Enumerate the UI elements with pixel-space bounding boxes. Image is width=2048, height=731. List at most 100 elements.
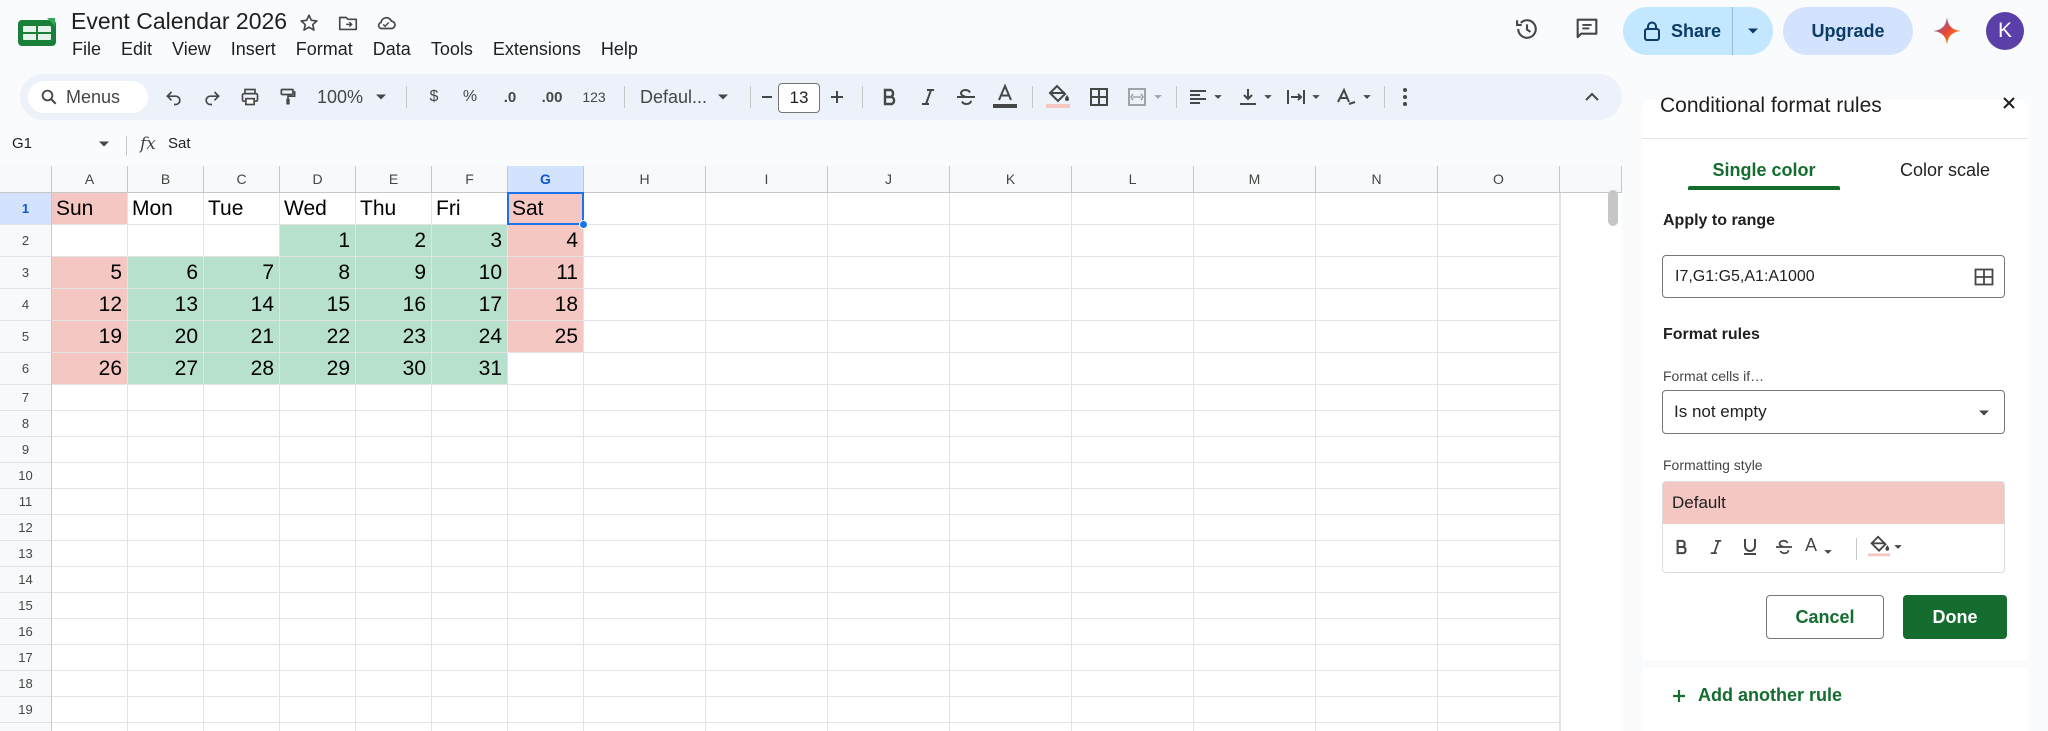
cell-g3[interactable]: 11	[508, 257, 584, 289]
cell-i13[interactable]	[706, 541, 828, 567]
cell-l20[interactable]	[1072, 723, 1194, 731]
cell-j2[interactable]	[828, 225, 950, 257]
cell-f15[interactable]	[432, 593, 508, 619]
tab-color-scale[interactable]: Color scale	[1872, 160, 2018, 181]
cell-a5[interactable]: 19	[52, 321, 128, 353]
cell-l16[interactable]	[1072, 619, 1194, 645]
add-another-rule-button[interactable]: Add another rule	[1670, 685, 1842, 706]
cell-o2[interactable]	[1438, 225, 1560, 257]
cell-o9[interactable]	[1438, 437, 1560, 463]
cell-j16[interactable]	[828, 619, 950, 645]
cell-j9[interactable]	[828, 437, 950, 463]
row-header[interactable]: 20	[0, 723, 52, 731]
cell-d20[interactable]	[280, 723, 356, 731]
cell-d8[interactable]	[280, 411, 356, 437]
font-size-input[interactable]: 13	[778, 83, 820, 113]
cell-b9[interactable]	[128, 437, 204, 463]
cell-c17[interactable]	[204, 645, 280, 671]
cell-h18[interactable]	[584, 671, 706, 697]
cell-o16[interactable]	[1438, 619, 1560, 645]
style-fill-color-button[interactable]	[1867, 534, 1911, 560]
cell-e4[interactable]: 16	[356, 289, 432, 321]
cell-i9[interactable]	[706, 437, 828, 463]
condition-select[interactable]: Is not empty	[1662, 390, 2005, 434]
cell-g11[interactable]	[508, 489, 584, 515]
cell-g16[interactable]	[508, 619, 584, 645]
cell-h6[interactable]	[584, 353, 706, 385]
cell-f19[interactable]	[432, 697, 508, 723]
column-header-e[interactable]: E	[356, 166, 432, 193]
undo-icon[interactable]	[156, 74, 192, 120]
cell-k7[interactable]	[950, 385, 1072, 411]
column-header-g[interactable]: G	[508, 166, 584, 193]
cell-m20[interactable]	[1194, 723, 1316, 731]
cell-n16[interactable]	[1316, 619, 1438, 645]
comments-icon[interactable]	[1570, 12, 1604, 46]
cell-o3[interactable]	[1438, 257, 1560, 289]
cell-l12[interactable]	[1072, 515, 1194, 541]
cell-c12[interactable]	[204, 515, 280, 541]
sheets-logo[interactable]	[17, 16, 57, 48]
cell-h11[interactable]	[584, 489, 706, 515]
cell-h1[interactable]	[584, 193, 706, 225]
row-header[interactable]: 18	[0, 671, 52, 697]
cell-k18[interactable]	[950, 671, 1072, 697]
cell-f11[interactable]	[432, 489, 508, 515]
share-dropdown-button[interactable]	[1733, 7, 1773, 55]
cell-k5[interactable]	[950, 321, 1072, 353]
cell-i15[interactable]	[706, 593, 828, 619]
cell-h5[interactable]	[584, 321, 706, 353]
cell-a11[interactable]	[52, 489, 128, 515]
cell-k3[interactable]	[950, 257, 1072, 289]
cell-d6[interactable]: 29	[280, 353, 356, 385]
cell-l17[interactable]	[1072, 645, 1194, 671]
cell-h14[interactable]	[584, 567, 706, 593]
cell-m15[interactable]	[1194, 593, 1316, 619]
cell-h8[interactable]	[584, 411, 706, 437]
cell-k16[interactable]	[950, 619, 1072, 645]
cell-d18[interactable]	[280, 671, 356, 697]
cell-e1[interactable]: Thu	[356, 193, 432, 225]
cell-h12[interactable]	[584, 515, 706, 541]
name-box[interactable]: G1	[12, 135, 32, 152]
cell-l14[interactable]	[1072, 567, 1194, 593]
cell-n11[interactable]	[1316, 489, 1438, 515]
cell-c14[interactable]	[204, 567, 280, 593]
cell-d7[interactable]	[280, 385, 356, 411]
cell-a1[interactable]: Sun	[52, 193, 128, 225]
text-color-icon[interactable]	[986, 74, 1024, 120]
cloud-saved-icon[interactable]	[374, 11, 398, 35]
cell-f8[interactable]	[432, 411, 508, 437]
cell-h20[interactable]	[584, 723, 706, 731]
cell-e12[interactable]	[356, 515, 432, 541]
cell-a14[interactable]	[52, 567, 128, 593]
done-button[interactable]: Done	[1903, 595, 2007, 639]
row-header[interactable]: 19	[0, 697, 52, 723]
cell-j13[interactable]	[828, 541, 950, 567]
cell-d9[interactable]	[280, 437, 356, 463]
cell-l1[interactable]	[1072, 193, 1194, 225]
vertical-scrollbar[interactable]	[1608, 190, 1618, 226]
cell-a12[interactable]	[52, 515, 128, 541]
cell-i17[interactable]	[706, 645, 828, 671]
cell-m5[interactable]	[1194, 321, 1316, 353]
cell-k11[interactable]	[950, 489, 1072, 515]
cell-n18[interactable]	[1316, 671, 1438, 697]
cell-o4[interactable]	[1438, 289, 1560, 321]
cell-n13[interactable]	[1316, 541, 1438, 567]
cell-o6[interactable]	[1438, 353, 1560, 385]
cell-g19[interactable]	[508, 697, 584, 723]
menu-extensions[interactable]: Extensions	[483, 39, 591, 60]
cell-a6[interactable]: 26	[52, 353, 128, 385]
row-header[interactable]: 8	[0, 411, 52, 437]
cell-f10[interactable]	[432, 463, 508, 489]
row-header[interactable]: 17	[0, 645, 52, 671]
row-header[interactable]: 16	[0, 619, 52, 645]
cell-i6[interactable]	[706, 353, 828, 385]
cell-k6[interactable]	[950, 353, 1072, 385]
cell-n20[interactable]	[1316, 723, 1438, 731]
cell-j12[interactable]	[828, 515, 950, 541]
cell-n15[interactable]	[1316, 593, 1438, 619]
cell-j20[interactable]	[828, 723, 950, 731]
cell-h17[interactable]	[584, 645, 706, 671]
